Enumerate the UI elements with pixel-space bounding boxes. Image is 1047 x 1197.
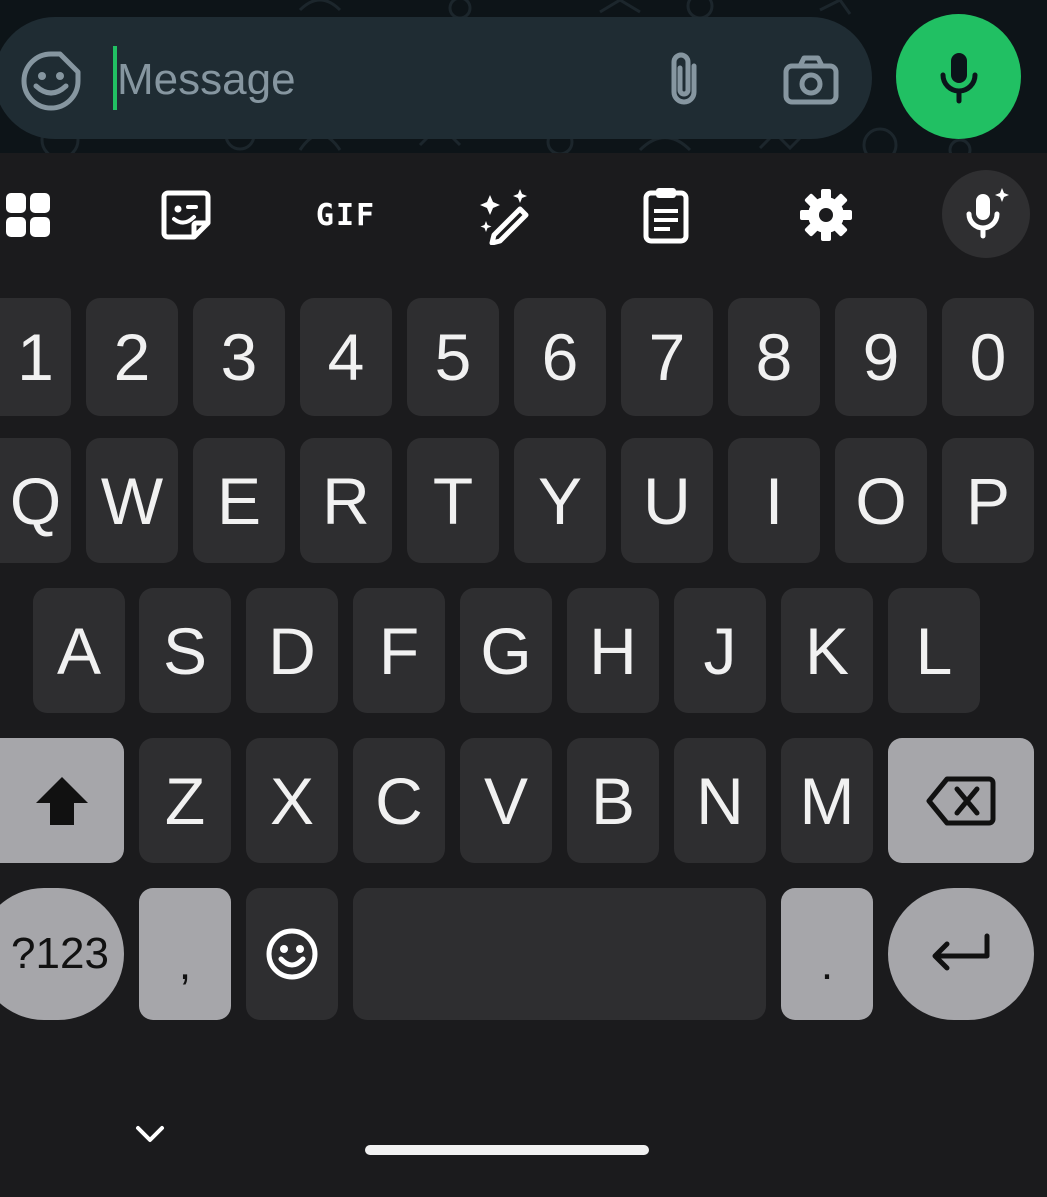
space-key[interactable] — [353, 888, 766, 1020]
key-y[interactable]: Y — [514, 438, 606, 563]
hide-keyboard-chevron-down-icon[interactable] — [132, 1118, 168, 1148]
key-s[interactable]: S — [139, 588, 231, 713]
key-u[interactable]: U — [621, 438, 713, 563]
shift-key[interactable] — [0, 738, 124, 863]
key-r[interactable]: R — [300, 438, 392, 563]
backspace-icon — [926, 776, 996, 825]
settings-icon[interactable] — [790, 183, 862, 247]
emoji-key[interactable] — [246, 888, 338, 1020]
key-g[interactable]: G — [460, 588, 552, 713]
key-z[interactable]: Z — [139, 738, 231, 863]
key-a[interactable]: A — [33, 588, 125, 713]
key-5[interactable]: 5 — [407, 298, 499, 416]
key-m[interactable]: M — [781, 738, 873, 863]
voice-message-button[interactable] — [896, 14, 1021, 139]
key-w[interactable]: W — [86, 438, 178, 563]
key-x[interactable]: X — [246, 738, 338, 863]
camera-icon[interactable] — [778, 48, 844, 112]
key-e[interactable]: E — [193, 438, 285, 563]
key-v[interactable]: V — [460, 738, 552, 863]
period-key[interactable]: . — [781, 888, 873, 1020]
voice-input-icon[interactable] — [942, 170, 1030, 258]
key-f[interactable]: F — [353, 588, 445, 713]
key-o[interactable]: O — [835, 438, 927, 563]
key-1[interactable]: 1 — [0, 298, 71, 416]
key-q[interactable]: Q — [0, 438, 71, 563]
symbols-key[interactable]: ?123 — [0, 888, 124, 1020]
shift-arrow-icon — [36, 776, 88, 825]
keyboard: G I F 1 2 3 4 5 6 7 8 9 0 Q W E R T Y U I … — [0, 153, 1047, 1197]
key-i[interactable]: I — [728, 438, 820, 563]
key-0[interactable]: 0 — [942, 298, 1034, 416]
key-9[interactable]: 9 — [835, 298, 927, 416]
sticker-emoji-icon[interactable] — [20, 50, 82, 112]
microphone-icon — [940, 52, 977, 103]
attach-icon[interactable] — [656, 48, 712, 112]
key-h[interactable]: H — [567, 588, 659, 713]
smiley-icon — [266, 928, 318, 980]
key-b[interactable]: B — [567, 738, 659, 863]
key-6[interactable]: 6 — [514, 298, 606, 416]
key-t[interactable]: T — [407, 438, 499, 563]
apps-grid-icon[interactable] — [0, 183, 64, 247]
key-c[interactable]: C — [353, 738, 445, 863]
key-d[interactable]: D — [246, 588, 338, 713]
key-k[interactable]: K — [781, 588, 873, 713]
gif-label: GIF — [315, 197, 377, 233]
key-4[interactable]: 4 — [300, 298, 392, 416]
clipboard-icon[interactable] — [630, 183, 702, 247]
backspace-key[interactable] — [888, 738, 1034, 863]
message-input[interactable] — [117, 50, 637, 110]
gesture-navigation-handle[interactable] — [365, 1145, 649, 1155]
comma-key[interactable]: , — [139, 888, 231, 1020]
sticker-icon[interactable] — [150, 183, 222, 247]
key-p[interactable]: P — [942, 438, 1034, 563]
magic-write-icon[interactable] — [470, 183, 542, 247]
key-l[interactable]: L — [888, 588, 980, 713]
key-8[interactable]: 8 — [728, 298, 820, 416]
key-3[interactable]: 3 — [193, 298, 285, 416]
gif-icon[interactable]: GIF — [310, 183, 382, 247]
key-n[interactable]: N — [674, 738, 766, 863]
key-7[interactable]: 7 — [621, 298, 713, 416]
key-j[interactable]: J — [674, 588, 766, 713]
enter-arrow-icon — [932, 933, 990, 971]
enter-key[interactable] — [888, 888, 1034, 1020]
key-2[interactable]: 2 — [86, 298, 178, 416]
